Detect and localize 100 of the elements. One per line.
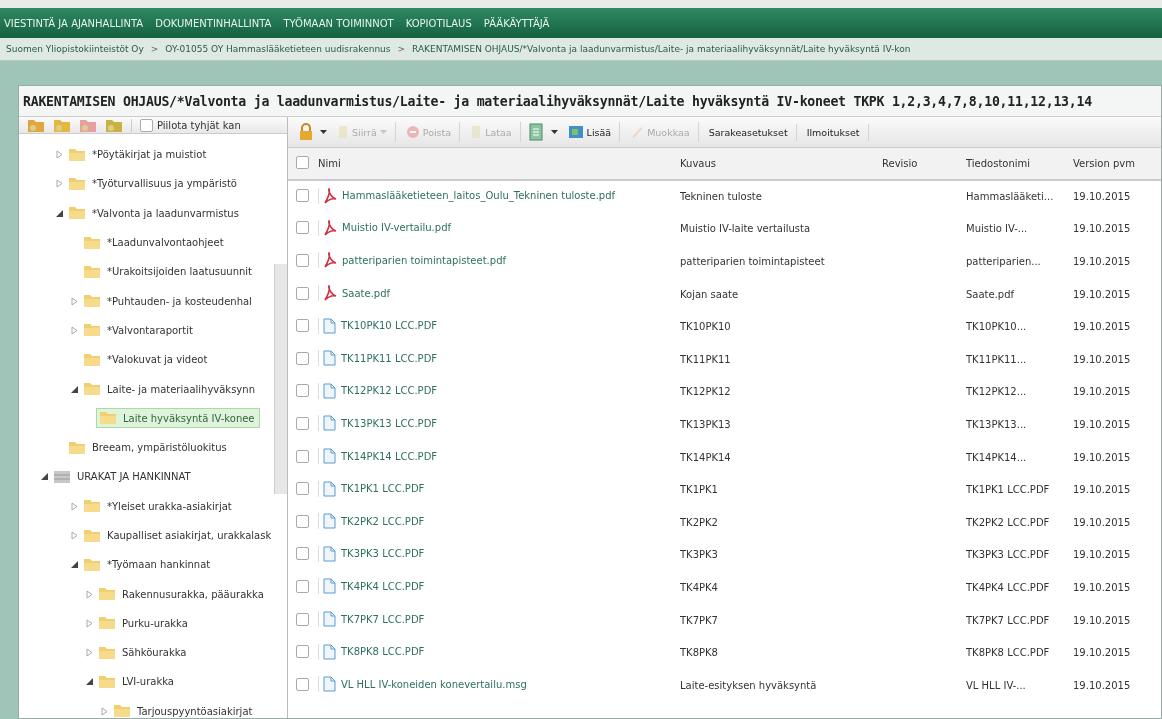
menu-item[interactable]: TYÖMAAN TOIMINNOT [283, 17, 394, 29]
column-header[interactable]: Kuvaus [679, 148, 881, 180]
row-checkbox[interactable] [296, 677, 309, 691]
table-cell-text: 19.10.2015 [1072, 646, 1132, 661]
row-checkbox[interactable] [296, 384, 309, 398]
file-icon [323, 676, 336, 693]
file-name-link[interactable]: TK8PK8 LCC.PDF [341, 646, 425, 658]
row-checkbox[interactable] [296, 189, 309, 203]
folder-tree-item[interactable]: Purku-urakka [96, 614, 192, 633]
file-name-link[interactable]: VL HLL IV-koneiden konevertailu.msg [341, 678, 527, 690]
table-cell-text: 19.10.2015 [1072, 352, 1132, 367]
folder-tree-item[interactable]: LVI-urakka [96, 673, 178, 691]
file-name-link[interactable]: TK14PK14 LCC.PDF [341, 450, 438, 462]
folder-tree-item[interactable]: *Työmaan hankinnat [81, 555, 215, 574]
table-cell-text: TK10PK10 [679, 320, 732, 335]
file-name-link[interactable]: Hammaslääketieteen_laitos_Oulu_Tekninen tuloste.pdf [342, 190, 616, 202]
row-checkbox[interactable] [296, 221, 309, 235]
file-name-link[interactable]: TK11PK11 LCC.PDF [341, 352, 438, 364]
row-checkbox[interactable] [296, 547, 309, 561]
folder-tool-icon[interactable] [27, 117, 45, 133]
file-name-link[interactable]: TK4PK4 LCC.PDF [341, 580, 425, 592]
column-header[interactable]: Nimi [317, 148, 679, 180]
folder-tree-item[interactable]: *Valokuvat ja videot [81, 350, 212, 369]
folder-tool-icon[interactable] [105, 117, 123, 133]
folder-tree-item[interactable]: *Puhtauden- ja kosteudenhal [81, 292, 256, 311]
row-checkbox[interactable] [296, 645, 309, 659]
table-cell: 19.10.2015 [1072, 180, 1161, 213]
folder-tree-item[interactable]: Rakennusurakka, pääurakka [96, 585, 268, 604]
row-checkbox[interactable] [296, 482, 309, 496]
folder-tree-item[interactable]: Sähköurakka [96, 643, 191, 662]
toolbar-button[interactable]: Lisää [563, 122, 621, 142]
folder-tree-item[interactable]: Laite hyväksyntä IV-konee [96, 408, 260, 429]
file-name-link[interactable]: TK3PK3 LCC.PDF [341, 548, 425, 560]
menu-item[interactable]: VIESTINTÄ JA AJANHALLINTA [4, 17, 144, 29]
folder-tree-item[interactable]: Laite- ja materiaalihyväksynn [81, 380, 259, 398]
folder-tree-item[interactable]: *Työturvallisuus ja ympäristö [66, 174, 241, 193]
file-name-link[interactable]: Muistio IV-vertailu.pdf [342, 222, 451, 234]
row-checkbox[interactable] [296, 319, 309, 333]
toolbar-button[interactable]: Sarakeasetukset [704, 123, 797, 141]
file-name-link[interactable]: patteriparien toimintapisteet.pdf [342, 255, 506, 266]
table-cell-text: TK4PK4 [679, 580, 719, 595]
column-header[interactable]: Revisio [881, 148, 965, 180]
lock-icon[interactable] [298, 123, 314, 141]
file-name-link[interactable]: Saate.pdf [342, 287, 391, 299]
file-name-link[interactable]: TK13PK13 LCC.PDF [341, 417, 438, 429]
breadcrumb-link[interactable]: Suomen Yliopistokiinteistöt Oy [6, 44, 144, 54]
document-icon[interactable] [526, 123, 545, 141]
file-name-link[interactable]: TK12PK12 LCC.PDF [341, 385, 438, 397]
folder-tree-item[interactable]: *Valvonta ja laadunvarmistus [66, 204, 243, 223]
toolbar-button[interactable]: Ilmoitukset [802, 123, 869, 141]
row-checkbox[interactable] [296, 254, 309, 267]
table-cell-text: TK14PK14 [679, 450, 732, 465]
file-name-link[interactable]: TK7PK7 LCC.PDF [341, 613, 425, 625]
breadcrumb-separator: > [150, 44, 159, 54]
row-checkbox[interactable] [296, 449, 309, 463]
pdf-icon [323, 285, 337, 302]
folder-tree-item[interactable]: Kaupalliset asiakirjat, urakkalask [81, 526, 276, 545]
folder-tree-item[interactable]: *Urakoitsijoiden laatusuunnit [81, 262, 257, 281]
pencil-icon [630, 125, 645, 139]
folder-tree-item[interactable]: *Pöytäkirjat ja muistiot [66, 145, 211, 164]
column-header[interactable]: Version pvm [1072, 148, 1161, 180]
table-cell-text: TK12PK12 [679, 385, 732, 400]
folder-icon [68, 206, 86, 221]
file-name-link[interactable]: TK10PK10 LCC.PDF [341, 320, 438, 332]
select-all-checkbox[interactable] [296, 156, 309, 169]
folder-icon [83, 499, 101, 514]
folder-tree-item[interactable]: Tarjouspyyntöasiakirjat [111, 702, 257, 719]
row-checkbox[interactable] [296, 351, 309, 365]
row-checkbox[interactable] [296, 286, 309, 300]
breadcrumb-link[interactable]: OY-01055 OY Hammaslääketieteen uudisrakennus [165, 44, 391, 54]
table-cell-text: TK13PK13... [965, 417, 1028, 432]
column-header[interactable]: Tiedostonimi [965, 148, 1072, 180]
folder-tree-item[interactable]: Breeam, ympäristöluokitus [66, 438, 231, 457]
row-checkbox[interactable] [296, 416, 309, 430]
table-cell-text: 19.10.2015 [1072, 450, 1132, 465]
menu-item[interactable]: DOKUMENTINHALLINTA [155, 17, 272, 29]
table-cell-text: TK11PK11... [965, 352, 1028, 367]
folder-tool-icon[interactable] [53, 117, 71, 133]
row-checkbox[interactable] [296, 579, 309, 593]
scrollbar[interactable] [274, 264, 287, 494]
table-cell-text: TK8PK8 [679, 646, 719, 661]
row-checkbox[interactable] [296, 612, 309, 626]
folder-icon [83, 528, 101, 543]
file-name-link[interactable]: TK2PK2 LCC.PDF [341, 515, 425, 527]
folder-tool-icon[interactable] [79, 117, 97, 133]
dropdown-arrow-icon[interactable] [320, 130, 327, 134]
folder-tree-item[interactable]: *Yleiset urakka-asiakirjat [81, 497, 236, 516]
file-name-link[interactable]: TK1PK1 LCC.PDF [341, 483, 425, 495]
file-icon [323, 382, 336, 399]
folder-icon [99, 411, 117, 426]
folder-tree-item[interactable]: *Laadunvalvontaohjeet [81, 233, 228, 252]
menu-item[interactable]: PÄÄKÄYTTÄJÄ [483, 17, 550, 29]
add-icon [567, 125, 584, 139]
folder-tree-item[interactable]: URAKAT JA HANKINNAT [51, 467, 195, 486]
dropdown-arrow-icon[interactable] [550, 130, 558, 134]
menu-item[interactable]: KOPIOTILAUS [405, 17, 472, 29]
breadcrumb-link[interactable]: RAKENTAMISEN OHJAUS/*Valvonta ja laadunvarmistus/Laite- ja materiaalihyväksynnät/Laite hyväksyntä IV-kon [412, 44, 911, 54]
file-icon [323, 643, 336, 660]
row-checkbox[interactable] [296, 514, 309, 528]
folder-tree-item[interactable]: *Valvontaraportit [81, 321, 197, 340]
